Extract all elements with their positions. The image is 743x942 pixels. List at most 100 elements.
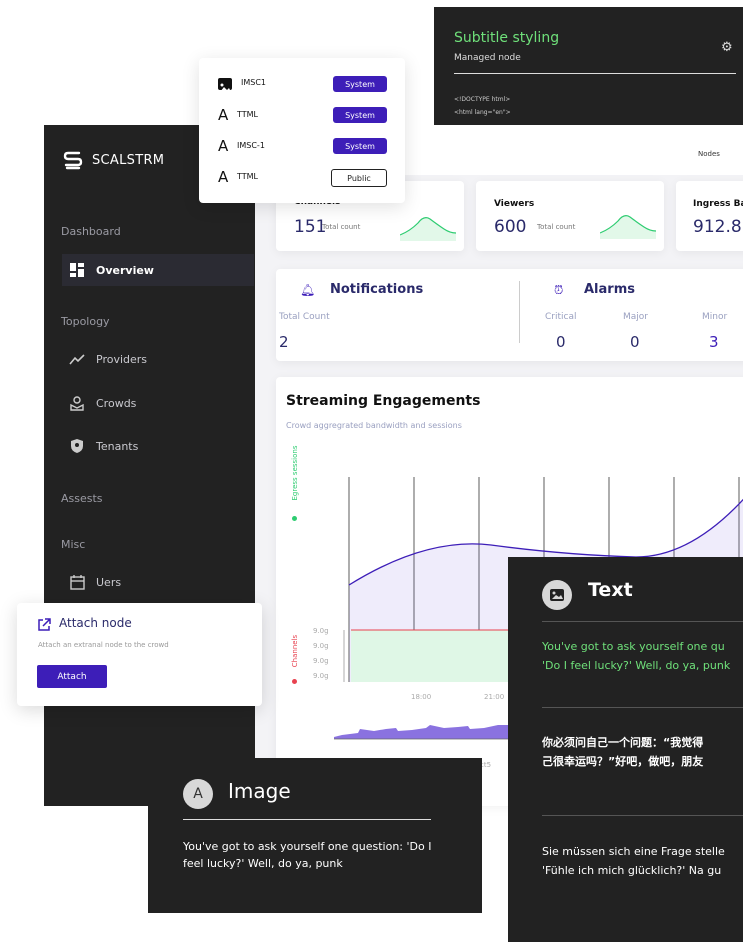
logo-icon bbox=[63, 151, 83, 170]
divider bbox=[519, 281, 520, 343]
divider bbox=[454, 73, 736, 74]
alarm-clock-icon: ⏰︎ bbox=[554, 283, 564, 297]
notifications-title: Notifications bbox=[330, 282, 424, 297]
divider bbox=[542, 815, 743, 816]
calendar-icon bbox=[68, 573, 86, 591]
letter-a-icon: A bbox=[218, 168, 229, 186]
y-tick: 9.0g bbox=[313, 642, 329, 650]
crowd-icon bbox=[68, 394, 86, 412]
sidebar-item-tenants[interactable]: Tenants bbox=[62, 430, 254, 462]
minor-value: 3 bbox=[709, 333, 719, 351]
avatar: A bbox=[183, 779, 213, 809]
subtitle-panel-subtitle: Managed node bbox=[454, 53, 521, 63]
code-line: <!DOCTYPE html> bbox=[454, 96, 511, 103]
text-line: 你必须问自己一个问题：“我觉得 bbox=[542, 736, 704, 749]
sidebar-item-label: Uers bbox=[96, 575, 122, 589]
text-panel-title: Text bbox=[588, 579, 633, 601]
image-icon bbox=[218, 78, 232, 92]
engagement-subtitle: Crowd aggregrated bandwidth and sessions bbox=[286, 421, 462, 430]
section-topology: Topology bbox=[61, 315, 110, 328]
stat-title: Viewers bbox=[494, 199, 535, 209]
shield-icon bbox=[68, 437, 86, 455]
subtitle-panel-title: Subtitle styling bbox=[454, 30, 560, 46]
major-label: Major bbox=[623, 312, 648, 322]
format-name: IMSC1 bbox=[241, 78, 267, 87]
format-row[interactable]: A TTML Public bbox=[199, 168, 405, 188]
total-count-label: Total Count bbox=[279, 312, 330, 322]
section-dashboard: Dashboard bbox=[61, 225, 121, 238]
nodes-link[interactable]: Nodes bbox=[698, 150, 720, 158]
external-link-icon bbox=[37, 617, 51, 636]
critical-label: Critical bbox=[545, 312, 577, 322]
y-tick: 9.0g bbox=[313, 657, 329, 665]
sparkline bbox=[400, 217, 456, 241]
stat-value: 912.8 bbox=[693, 217, 742, 237]
stat-card-viewers: Viewers 600 Total count bbox=[476, 181, 664, 251]
alarms-title: Alarms bbox=[584, 282, 635, 297]
format-badge: System bbox=[333, 76, 387, 92]
letter-a-icon: A bbox=[218, 137, 229, 155]
format-name: TTML bbox=[237, 172, 258, 181]
critical-value: 0 bbox=[556, 333, 566, 351]
format-badge: Public bbox=[331, 169, 387, 187]
section-misc: Misc bbox=[61, 538, 86, 551]
image-panel-title: Image bbox=[228, 779, 291, 803]
format-name: TTML bbox=[237, 110, 258, 119]
y-tick: 9.0g bbox=[313, 672, 329, 680]
translation-chinese: 你必须问自己一个问题：“我觉得 己很幸运吗？”好吧，做吧，朋友 bbox=[542, 733, 703, 771]
sidebar-item-providers[interactable]: Providers bbox=[62, 343, 254, 375]
grid-icon bbox=[68, 261, 86, 279]
divider bbox=[183, 819, 431, 820]
sidebar-item-label: Crowds bbox=[96, 396, 137, 410]
format-name: IMSC-1 bbox=[237, 141, 265, 150]
stat-label: Total count bbox=[322, 223, 361, 231]
attach-title: Attach node bbox=[59, 616, 132, 630]
text-panel: Text You've got to ask yourself one qu '… bbox=[508, 557, 743, 942]
image-panel: A Image You've got to ask yourself one q… bbox=[148, 758, 482, 913]
sparkline bbox=[600, 215, 656, 239]
total-count-value: 2 bbox=[279, 333, 289, 351]
format-badge: System bbox=[333, 107, 387, 123]
bell-icon: 🔔︎ bbox=[300, 283, 316, 297]
major-value: 0 bbox=[630, 333, 640, 351]
letter-a-icon: A bbox=[218, 106, 229, 124]
x-tick: 18:00 bbox=[411, 693, 432, 701]
translation-german: Sie müssen sich eine Frage stelle 'Fühle… bbox=[542, 842, 725, 880]
sidebar-item-label: Providers bbox=[96, 352, 148, 366]
sidebar-item-label: Tenants bbox=[96, 439, 139, 453]
format-list-popup: IMSC1 System A TTML System A IMSC-1 Syst… bbox=[199, 58, 405, 203]
notifications-alarms-card: 🔔︎ Notifications Total Count 2 ⏰︎ Alarms… bbox=[276, 269, 743, 361]
section-assests: Assests bbox=[61, 492, 103, 505]
stat-title: Ingress Ban bbox=[693, 199, 743, 209]
divider bbox=[542, 621, 743, 622]
format-row[interactable]: A IMSC-1 System bbox=[199, 137, 405, 157]
stat-label: Total count bbox=[537, 223, 576, 231]
text-line: 己很幸运吗？”好吧，做吧，朋友 bbox=[542, 755, 704, 768]
x-tick: 21:00 bbox=[484, 693, 505, 701]
format-row[interactable]: A TTML System bbox=[199, 106, 405, 126]
trend-icon bbox=[68, 350, 86, 368]
engagement-title: Streaming Engagements bbox=[286, 393, 481, 409]
attach-button[interactable]: Attach bbox=[37, 665, 107, 688]
stat-card-ingress: Ingress Ban 912.8 bbox=[676, 181, 743, 251]
mini-navigator bbox=[334, 725, 514, 740]
image-icon bbox=[542, 580, 572, 610]
sidebar-item-overview[interactable]: Overview bbox=[62, 254, 254, 286]
sidebar-item-users[interactable]: Uers bbox=[62, 566, 254, 598]
gear-icon[interactable]: ⚙ bbox=[721, 41, 735, 55]
translation-english: You've got to ask yourself one qu 'Do I … bbox=[542, 637, 730, 675]
text-line: You've got to ask yourself one qu bbox=[542, 640, 725, 653]
format-row[interactable]: IMSC1 System bbox=[199, 75, 405, 95]
image-panel-text: You've got to ask yourself one question:… bbox=[183, 840, 432, 870]
divider bbox=[542, 707, 743, 708]
format-badge: System bbox=[333, 138, 387, 154]
stat-value: 600 bbox=[494, 217, 527, 237]
attach-description: Attach an extranal node to the crowd bbox=[38, 641, 169, 649]
sidebar-item-crowds[interactable]: Crowds bbox=[62, 387, 254, 419]
code-line: <html lang="en"> bbox=[454, 109, 511, 116]
scalstrm-logo[interactable]: SCALSTRM bbox=[62, 149, 164, 171]
text-line: 'Fühle ich mich glücklich?' Na gu bbox=[542, 864, 722, 877]
attach-node-popup: Attach node Attach an extranal node to t… bbox=[17, 603, 262, 706]
y-tick: 9.0g bbox=[313, 627, 329, 635]
subtitle-styling-panel: Subtitle styling Managed node ⚙ <!DOCTYP… bbox=[434, 7, 743, 127]
